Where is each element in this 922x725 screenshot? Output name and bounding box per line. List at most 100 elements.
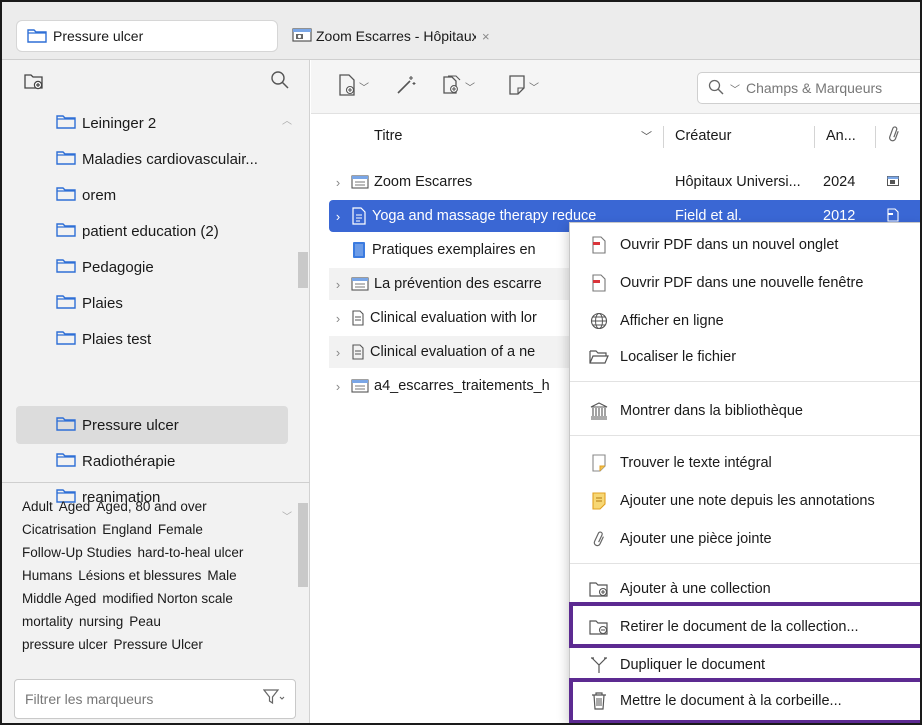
add-by-identifier-button[interactable]: [395, 74, 417, 99]
collections-scrollbar-thumb[interactable]: [298, 252, 308, 288]
items-toolbar: ﹀ ﹀ ﹀ ﹀ Champs & Marqueurs: [311, 60, 920, 114]
item-title: Clinical evaluation of a ne: [370, 344, 536, 360]
tag[interactable]: Lésions et blessures: [78, 568, 201, 583]
tag[interactable]: England: [102, 522, 152, 537]
sort-chevron-icon[interactable]: ﹀: [641, 128, 652, 144]
search-input[interactable]: ﹀ Champs & Marqueurs: [697, 72, 920, 104]
snapshot-attachment-icon[interactable]: [887, 175, 899, 189]
tag-filter-input[interactable]: Filtrer les marqueurs: [14, 679, 296, 719]
chevron-down-icon[interactable]: ﹀: [730, 81, 740, 96]
tag[interactable]: Female: [158, 522, 203, 537]
collection-label: Radiothérapie: [82, 452, 176, 470]
tag[interactable]: nursing: [79, 614, 123, 629]
chevron-down-icon: ﹀: [359, 83, 369, 94]
folder-icon: [56, 185, 76, 205]
column-separator[interactable]: [814, 126, 815, 148]
tags-scrollbar-thumb[interactable]: [298, 503, 308, 587]
tab-bar: Pressure ulcer Zoom Escarres - Hôpitaux …: [2, 2, 920, 60]
tag-filter-placeholder: Filtrer les marqueurs: [25, 691, 154, 707]
document-icon: [588, 454, 610, 472]
tab-close-button[interactable]: ×: [482, 29, 490, 44]
tag[interactable]: hard-to-heal ulcer: [138, 545, 244, 560]
tab-document[interactable]: Zoom Escarres - Hôpitaux Universitaires …: [292, 20, 490, 52]
tag[interactable]: Aged: [59, 499, 91, 514]
menu-view-online[interactable]: Afficher en ligne: [570, 305, 920, 337]
search-icon[interactable]: [270, 70, 290, 93]
tag[interactable]: Middle Aged: [22, 591, 96, 606]
new-note-button[interactable]: ﹀: [507, 74, 539, 99]
expand-chevron-icon[interactable]: ›: [331, 209, 345, 224]
search-icon: [708, 79, 724, 98]
collection-maladies[interactable]: Maladies cardiovasculair...: [56, 144, 258, 174]
expand-chevron-icon[interactable]: ›: [331, 311, 345, 326]
new-collection-icon[interactable]: [24, 72, 44, 93]
folder-icon: [56, 451, 76, 471]
collection-plaies[interactable]: Plaies: [56, 288, 123, 318]
collection-label: Pressure ulcer: [82, 416, 179, 434]
tag[interactable]: Cicatrisation: [22, 522, 96, 537]
menu-separator: [570, 381, 920, 382]
column-title[interactable]: Titre: [374, 128, 402, 144]
menu-add-attachment[interactable]: Ajouter une pièce jointe: [570, 523, 920, 555]
new-item-button[interactable]: ﹀: [337, 74, 369, 99]
menu-show-in-library[interactable]: Montrer dans la bibliothèque: [570, 395, 920, 427]
webpage-icon: [351, 277, 369, 291]
collection-orem[interactable]: orem: [56, 180, 116, 210]
collection-leininger-2[interactable]: Leininger 2: [56, 108, 156, 138]
item-row[interactable]: › Zoom Escarres Hôpitaux Universi... 202…: [329, 166, 920, 198]
tag[interactable]: Peau: [129, 614, 161, 629]
collection-label: Pedagogie: [82, 258, 154, 276]
menu-locate-file[interactable]: Localiser le fichier: [570, 341, 920, 373]
menu-label: Ajouter une note depuis les annotations: [620, 493, 875, 509]
folder-icon: [56, 257, 76, 277]
collection-patient-education[interactable]: patient education (2): [56, 216, 219, 246]
collection-pressure-ulcer[interactable]: Pressure ulcer: [56, 410, 179, 440]
tag[interactable]: Follow-Up Studies: [22, 545, 132, 560]
collection-pedagogie[interactable]: Pedagogie: [56, 252, 154, 282]
expand-chevron-icon[interactable]: ›: [331, 277, 345, 292]
item-creator: Hôpitaux Universi...: [675, 174, 801, 190]
item-title: Clinical evaluation with lor: [370, 310, 537, 326]
attachment-column-icon[interactable]: [887, 125, 901, 147]
folder-icon: [56, 149, 76, 169]
collection-label: patient education (2): [82, 222, 219, 240]
tag[interactable]: Humans: [22, 568, 72, 583]
menu-open-pdf-new-tab[interactable]: Ouvrir PDF dans un nouvel onglet: [570, 229, 920, 261]
tag[interactable]: Pressure Ulcer: [114, 637, 203, 652]
tag[interactable]: pressure ulcer: [22, 637, 108, 652]
column-separator[interactable]: [663, 126, 664, 148]
column-separator[interactable]: [875, 126, 876, 148]
expand-chevron-icon[interactable]: ›: [331, 175, 345, 190]
menu-add-to-collection[interactable]: Ajouter à une collection: [570, 573, 920, 605]
collection-radiotherapie[interactable]: Radiothérapie: [56, 446, 175, 476]
menu-separator: [570, 435, 920, 436]
menu-label: Trouver le texte intégral: [620, 455, 772, 471]
menu-open-pdf-new-window[interactable]: Ouvrir PDF dans une nouvelle fenêtre: [570, 267, 920, 299]
tag[interactable]: modified Norton scale: [102, 591, 233, 606]
collections-scroll-up[interactable]: ︿: [282, 112, 292, 127]
tag[interactable]: Aged, 80 and over: [96, 499, 206, 514]
item-title: Zoom Escarres: [374, 174, 473, 190]
column-year[interactable]: An...: [826, 128, 856, 144]
new-item-icon: [337, 74, 357, 99]
folder-icon: [56, 415, 76, 435]
webpage-icon: [351, 379, 369, 393]
menu-label: Ouvrir PDF dans un nouvel onglet: [620, 237, 839, 253]
menu-add-note-from-annotations[interactable]: Ajouter une note depuis les annotations: [570, 485, 920, 517]
expand-chevron-icon[interactable]: ›: [331, 345, 345, 360]
filter-icon[interactable]: [262, 688, 285, 709]
collection-plaies-test[interactable]: Plaies test: [56, 324, 151, 354]
journal-article-icon: [351, 344, 365, 360]
pdf-icon: [588, 236, 610, 254]
menu-find-fulltext[interactable]: Trouver le texte intégral: [570, 447, 920, 479]
tab-library[interactable]: Pressure ulcer: [16, 20, 278, 52]
menu-duplicate[interactable]: Dupliquer le document: [570, 649, 920, 681]
new-collection-menu-button[interactable]: ﹀: [441, 74, 475, 99]
tag[interactable]: Male: [207, 568, 236, 583]
tag[interactable]: Adult: [22, 499, 53, 514]
items-column-header: Titre ﹀ Créateur An...: [311, 118, 920, 154]
chevron-down-icon: ﹀: [529, 83, 539, 94]
tag[interactable]: mortality: [22, 614, 73, 629]
column-creator[interactable]: Créateur: [675, 128, 731, 144]
expand-chevron-icon[interactable]: ›: [331, 379, 345, 394]
